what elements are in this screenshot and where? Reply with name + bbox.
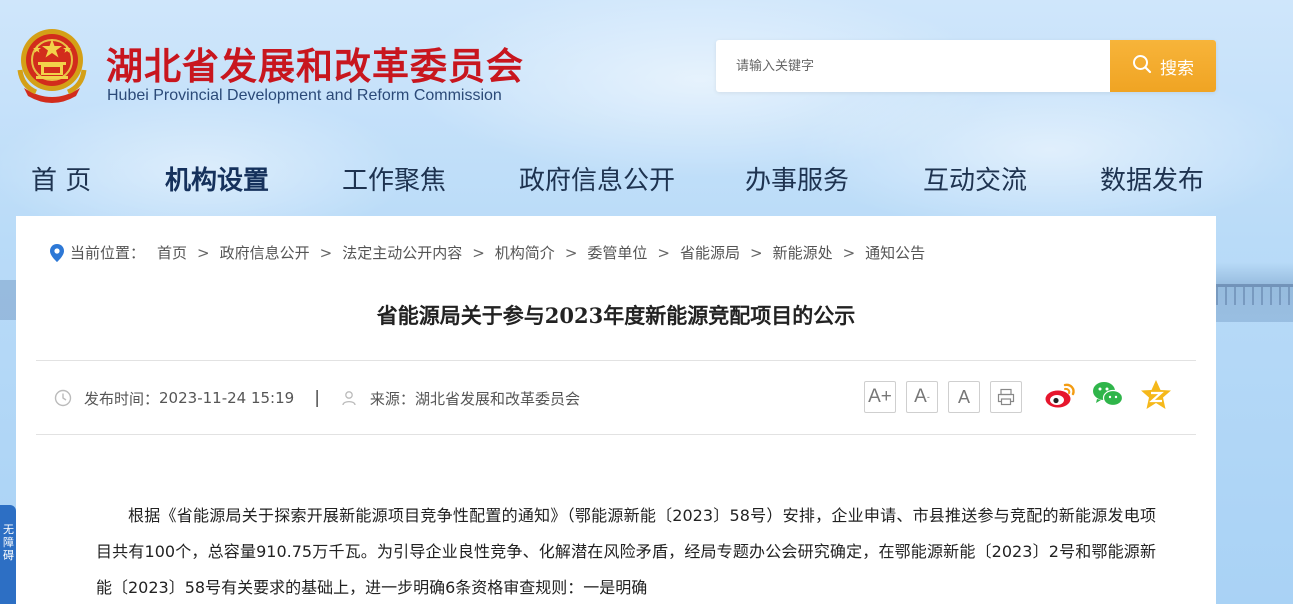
publish-time: 2023-11-24 15:19 <box>159 389 295 407</box>
nav-item-work-focus[interactable]: 工作聚焦 <box>342 160 446 197</box>
breadcrumb-separator: > <box>750 243 763 262</box>
search-input[interactable] <box>716 40 1110 92</box>
location-pin-icon <box>50 243 64 262</box>
divider <box>36 434 1196 435</box>
article-meta: 发布时间： 2023-11-24 15:19 | 来源： 湖北省发展和改革委员会 <box>54 386 580 410</box>
source-icon <box>342 391 356 406</box>
nav-item-services[interactable]: 办事服务 <box>745 160 849 197</box>
breadcrumb-separator: > <box>842 243 856 262</box>
search-button[interactable]: 搜索 <box>1110 40 1216 92</box>
accessibility-side-tab[interactable]: 无障碍 <box>0 505 16 604</box>
breadcrumb-item-units[interactable]: 委管单位 <box>587 242 647 263</box>
breadcrumb: 当前位置： 首页 > 政府信息公开 > 法定主动公开内容 > 机构简介 > 委管… <box>50 242 925 263</box>
search-box: 搜索 <box>716 40 1216 92</box>
article-paragraph: 根据《省能源局关于探索开展新能源项目竞争性配置的通知》（鄂能源新能〔2023〕5… <box>96 506 1156 597</box>
nav-item-data[interactable]: 数据发布 <box>1100 160 1204 197</box>
source-value: 湖北省发展和改革委员会 <box>414 389 580 408</box>
content-panel: 当前位置： 首页 > 政府信息公开 > 法定主动公开内容 > 机构简介 > 委管… <box>16 216 1216 604</box>
print-icon <box>997 388 1015 406</box>
breadcrumb-item-home[interactable]: 首页 <box>157 242 187 263</box>
font-medium-button[interactable]: A- <box>906 381 938 413</box>
breadcrumb-item-org-intro[interactable]: 机构简介 <box>495 242 555 263</box>
breadcrumb-prefix: 当前位置： <box>70 244 146 262</box>
breadcrumb-item-energy-bureau[interactable]: 省能源局 <box>680 242 740 263</box>
font-medium-label: A <box>914 386 927 407</box>
breadcrumb-separator: > <box>319 243 333 262</box>
background-bridge <box>1216 262 1293 322</box>
site-subtitle: Hubei Provincial Development and Reform … <box>107 87 502 104</box>
print-button[interactable] <box>990 381 1022 413</box>
breadcrumb-item-gov-info[interactable]: 政府信息公开 <box>220 242 310 263</box>
share-bar <box>1043 378 1173 412</box>
font-default-button[interactable]: A <box>948 381 980 413</box>
source-label: 来源： <box>369 389 415 408</box>
national-emblem-icon <box>14 26 90 106</box>
nav-item-interaction[interactable]: 互动交流 <box>923 160 1027 197</box>
breadcrumb-separator: > <box>564 243 578 262</box>
clock-icon <box>54 389 72 407</box>
site-title: 湖北省发展和改革委员会 <box>106 45 524 88</box>
article-title: 省能源局关于参与2023年度新能源竞配项目的公示 <box>376 303 856 328</box>
nav-item-organization[interactable]: 机构设置 <box>165 160 269 197</box>
breadcrumb-separator: > <box>197 243 210 262</box>
qzone-icon[interactable] <box>1139 378 1173 412</box>
breadcrumb-separator: > <box>657 243 670 262</box>
font-size-tools: A+ A- A <box>864 381 1022 413</box>
divider <box>36 360 1196 361</box>
search-button-label: 搜索 <box>1160 58 1194 79</box>
font-larger-button[interactable]: A+ <box>864 381 896 413</box>
breadcrumb-separator: > <box>472 243 485 262</box>
main-nav: 首 页 机构设置 工作聚焦 政府信息公开 办事服务 互动交流 数据发布 <box>0 160 1293 196</box>
search-icon <box>1132 54 1152 79</box>
wechat-icon[interactable] <box>1091 378 1125 412</box>
background-hill <box>0 280 16 320</box>
article-body: 根据《省能源局关于探索开展新能源项目竞争性配置的通知》（鄂能源新能〔2023〕5… <box>96 498 1156 604</box>
publish-label: 发布时间： <box>84 389 160 408</box>
breadcrumb-item-statutory[interactable]: 法定主动公开内容 <box>342 242 462 263</box>
breadcrumb-item-notices[interactable]: 通知公告 <box>865 242 925 263</box>
meta-divider: | <box>314 388 320 408</box>
weibo-icon[interactable] <box>1043 378 1077 412</box>
breadcrumb-item-new-energy[interactable]: 新能源处 <box>773 242 833 263</box>
nav-item-home[interactable]: 首 页 <box>31 160 91 197</box>
nav-item-gov-info[interactable]: 政府信息公开 <box>519 160 675 197</box>
